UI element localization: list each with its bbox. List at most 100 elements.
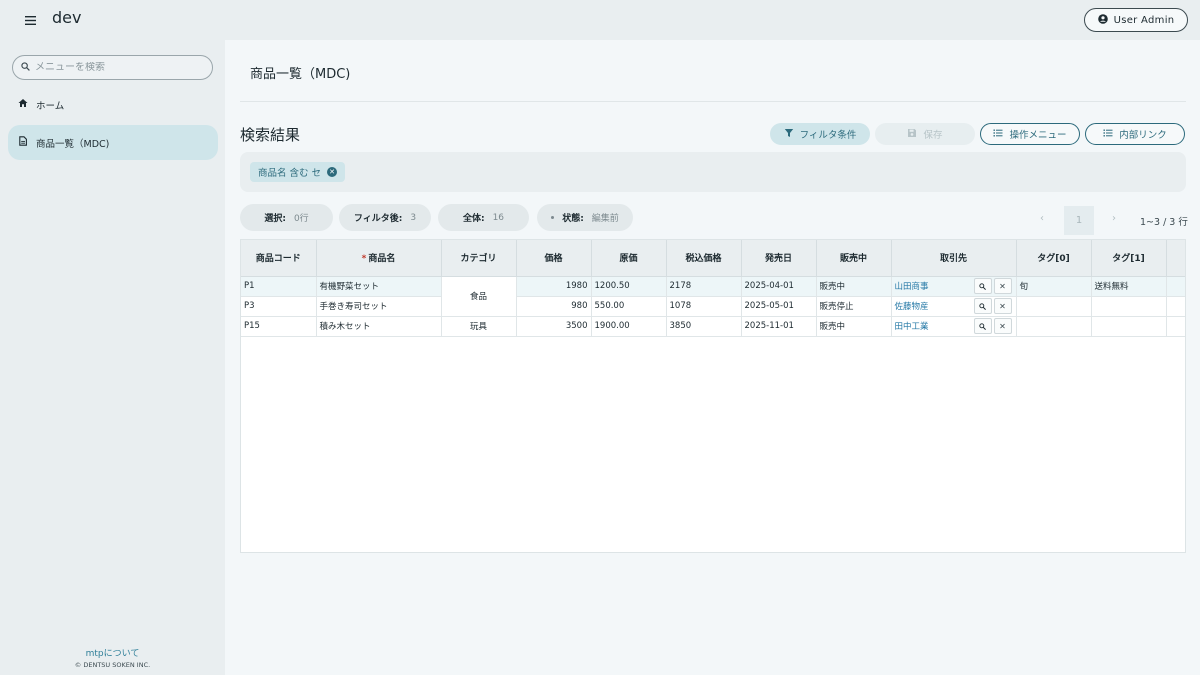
document-icon (18, 136, 28, 149)
status-dot-icon (551, 216, 555, 219)
cell-status[interactable]: 販売中 (816, 316, 892, 337)
internal-links-button[interactable]: 内部リンク (1085, 123, 1185, 145)
cell-name[interactable]: 手巻き寿司セット (316, 296, 442, 317)
cell-tag1[interactable] (1091, 296, 1167, 317)
cell-code[interactable]: P1 (241, 276, 317, 297)
cell-cost[interactable]: 550.00 (591, 296, 667, 317)
stat-label: 状態: (562, 214, 584, 224)
cell-filler (1166, 296, 1185, 317)
close-icon[interactable]: ✕ (993, 278, 1012, 294)
cell-price[interactable]: 3500 (516, 316, 592, 337)
column-header[interactable]: タグ[0] (1016, 240, 1092, 277)
cell-status[interactable]: 販売停止 (816, 296, 892, 317)
sidebar: ホーム 商品一覧（MDC) mtpについて © DENTSU SOKEN INC… (0, 40, 225, 675)
cell-tax-price[interactable]: 2178 (666, 276, 742, 297)
stat-selected: 選択: 0行 (240, 204, 333, 231)
partner-link[interactable]: 田中工業 (895, 320, 929, 332)
column-header[interactable]: 取引先 (891, 240, 1017, 277)
sidebar-item-label: ホーム (36, 100, 65, 112)
operations-menu-label: 操作メニュー (1009, 130, 1067, 141)
cell-cost[interactable]: 1200.50 (591, 276, 667, 297)
cell-name[interactable]: 有機野菜セット (316, 276, 442, 297)
cell-price[interactable]: 980 (516, 296, 592, 317)
search-icon[interactable] (973, 318, 992, 334)
cell-release-date[interactable]: 2025-05-01 (741, 296, 817, 317)
stat-total: 全体: 16 (438, 204, 529, 231)
cell-name[interactable]: 積み木セット (316, 316, 442, 337)
sidebar-item-products[interactable]: 商品一覧（MDC) (8, 125, 218, 160)
column-header[interactable]: タグ[1] (1091, 240, 1167, 277)
cell-code[interactable]: P3 (241, 296, 317, 317)
cell-filler (1166, 276, 1185, 297)
hamburger-menu-icon[interactable] (20, 11, 40, 29)
cell-status[interactable]: 販売中 (816, 276, 892, 297)
column-header-label: 商品名 (368, 254, 396, 265)
section-title: 検索結果 (240, 126, 301, 144)
column-header[interactable]: 発売日 (741, 240, 817, 277)
cell-partner: 佐藤物産 ✕ (891, 296, 1017, 317)
close-icon[interactable]: ✕ (327, 167, 338, 177)
cell-price[interactable]: 1980 (516, 276, 592, 297)
page-title: 商品一覧（MDC) (250, 67, 351, 82)
column-header[interactable]: 価格 (516, 240, 592, 277)
sidebar-item-home[interactable]: ホーム (8, 87, 218, 122)
internal-links-label: 内部リンク (1119, 130, 1167, 141)
cell-category[interactable]: 玩具 (441, 316, 517, 337)
table-row[interactable]: P3 手巻き寿司セット 980 550.00 1078 2025-05-01 販… (241, 296, 1185, 317)
top-app-bar: dev User Admin (0, 0, 1200, 40)
partner-link[interactable]: 佐藤物産 (895, 300, 929, 312)
sidebar-item-label: 商品一覧（MDC) (36, 138, 110, 150)
cell-tag1[interactable] (1091, 316, 1167, 337)
account-circle-icon (1097, 13, 1108, 27)
user-menu-button[interactable]: User Admin (1084, 8, 1188, 32)
menu-search[interactable] (12, 55, 213, 80)
table-row[interactable]: P15 積み木セット 玩具 3500 1900.00 3850 2025-11-… (241, 316, 1185, 337)
filter-chip[interactable]: 商品名 含む セ ✕ (250, 162, 346, 182)
cell-tax-price[interactable]: 1078 (666, 296, 742, 317)
cell-tax-price[interactable]: 3850 (666, 316, 742, 337)
close-icon[interactable]: ✕ (993, 318, 1012, 334)
cell-code[interactable]: P15 (241, 316, 317, 337)
column-header[interactable]: 税込価格 (666, 240, 742, 277)
column-header[interactable]: 販売中 (816, 240, 892, 277)
chevron-right-icon[interactable]: › (1102, 206, 1126, 230)
cell-tag0[interactable]: 旬 (1016, 276, 1092, 297)
partner-link[interactable]: 山田商事 (895, 280, 929, 292)
cell-filler (1166, 316, 1185, 337)
column-header[interactable]: 商品コード (241, 240, 317, 277)
search-icon[interactable] (973, 298, 992, 314)
save-button[interactable]: 保存 (875, 123, 975, 145)
cell-release-date[interactable]: 2025-04-01 (741, 276, 817, 297)
column-header[interactable]: カテゴリ (441, 240, 517, 277)
cell-release-date[interactable]: 2025-11-01 (741, 316, 817, 337)
header-row: 商品コード * 商品名 カテゴリ 価格 原価 税込価格 発売日 販売中 取引先 タ… (241, 240, 1185, 277)
close-icon[interactable]: ✕ (993, 298, 1012, 314)
cell-cost[interactable]: 1900.00 (591, 316, 667, 337)
page-number-button[interactable]: 1 (1064, 206, 1094, 235)
pagination-info: 1~3 / 3 行 (1140, 217, 1188, 228)
user-name: User Admin (1113, 14, 1175, 26)
app-title: dev (52, 8, 82, 27)
search-icon[interactable] (973, 278, 992, 294)
stat-value: 16 (492, 212, 505, 223)
menu-search-input[interactable] (35, 62, 205, 73)
table-row[interactable]: P1 有機野菜セット 食品 1980 1200.50 2178 2025-04-… (241, 276, 1185, 317)
cell-tag1[interactable]: 送料無料 (1091, 276, 1167, 297)
cell-tag0[interactable] (1016, 316, 1092, 337)
copyright-text: © DENTSU SOKEN INC. (74, 661, 151, 669)
stat-value: 編集前 (591, 214, 619, 224)
about-link[interactable]: mtpについて (0, 646, 225, 659)
column-header[interactable]: * 商品名 (316, 240, 442, 277)
active-filters-panel: 商品名 含む セ ✕ (240, 152, 1186, 192)
chevron-left-icon[interactable]: ‹ (1030, 206, 1054, 230)
save-icon (907, 128, 917, 141)
cell-category[interactable]: 食品 (441, 276, 517, 317)
results-grid: 商品コード * 商品名 カテゴリ 価格 原価 税込価格 発売日 販売中 取引先 タ… (240, 239, 1186, 553)
filter-conditions-label: フィルタ条件 (799, 130, 857, 141)
home-icon (18, 98, 28, 111)
column-header[interactable]: 原価 (591, 240, 667, 277)
operations-menu-button[interactable]: 操作メニュー (980, 123, 1080, 145)
list-icon (993, 128, 1003, 141)
filter-conditions-button[interactable]: フィルタ条件 (770, 123, 870, 145)
cell-tag0[interactable] (1016, 296, 1092, 317)
